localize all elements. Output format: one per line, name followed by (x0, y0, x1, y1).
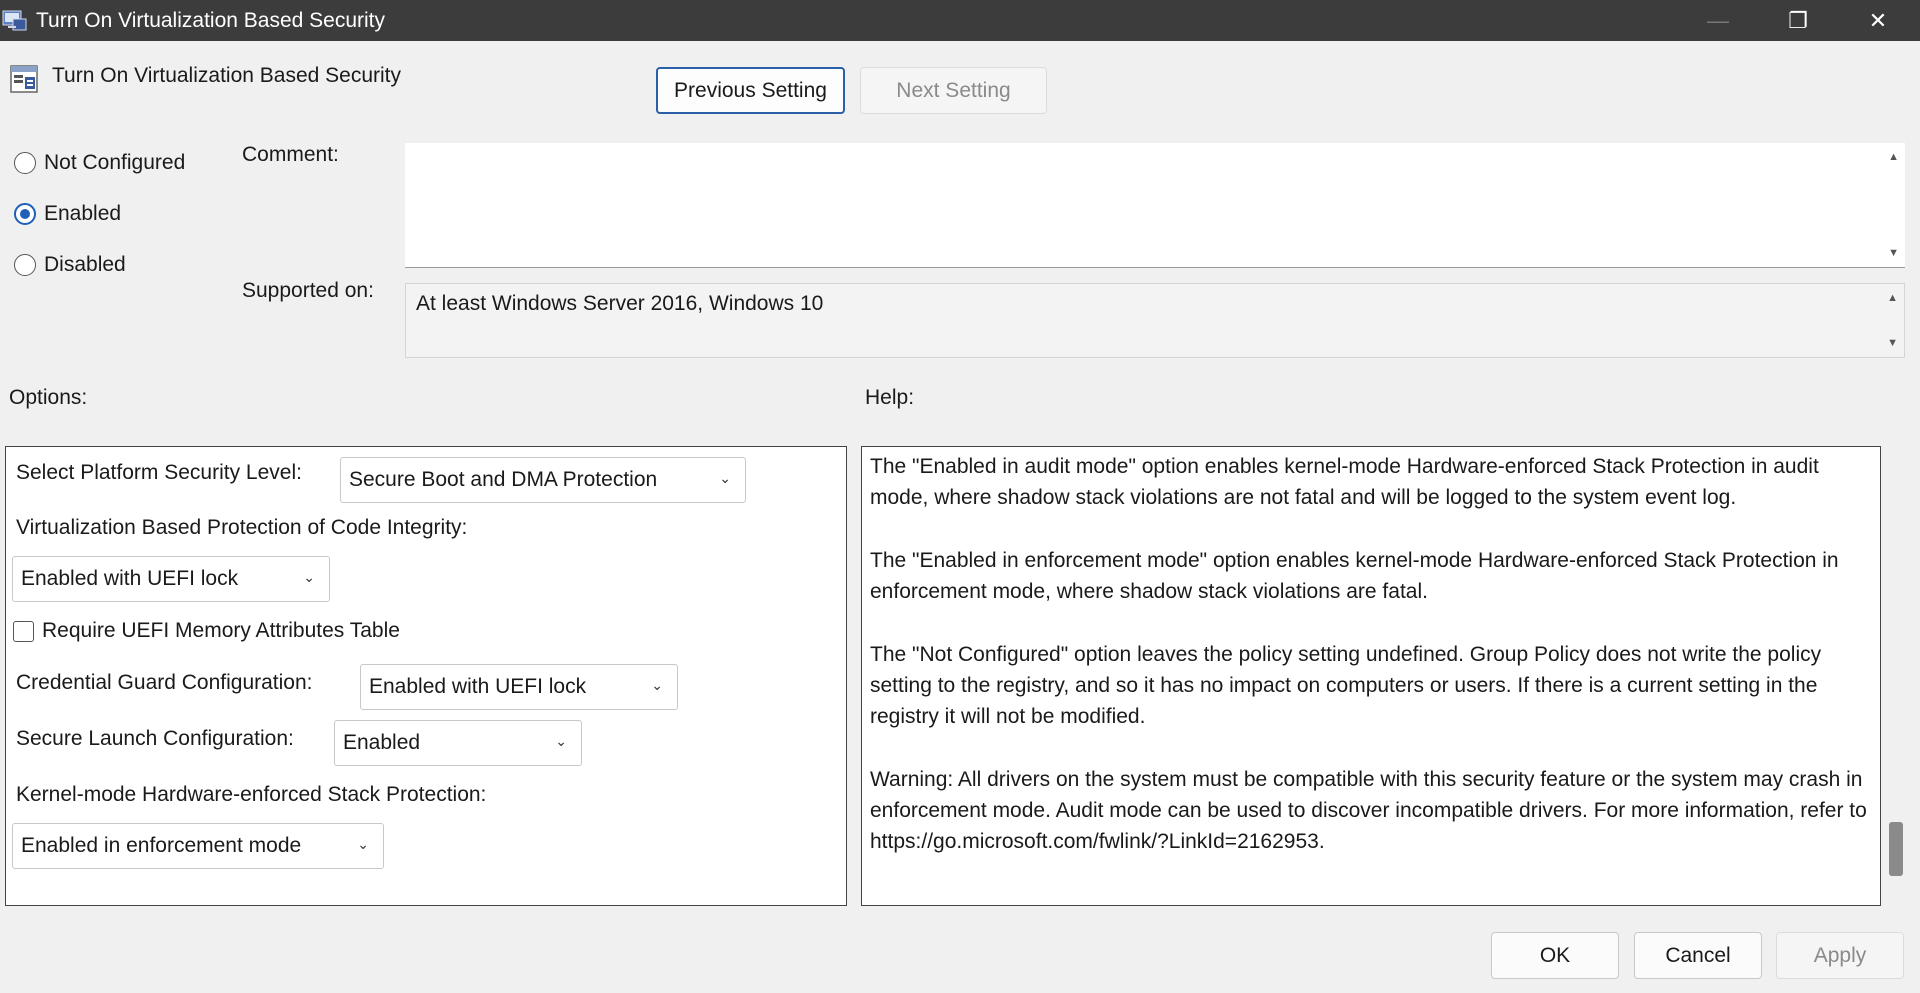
secure-launch-label: Secure Launch Configuration: (16, 727, 294, 750)
help-text: The "Enabled in audit mode" option enabl… (870, 451, 1870, 889)
window-title: Turn On Virtualization Based Security (36, 9, 386, 32)
title-bar: Turn On Virtualization Based Security — … (0, 0, 1920, 41)
scroll-down-arrow-icon[interactable]: ▼ (1887, 337, 1898, 349)
radio-disabled[interactable]: Disabled (14, 253, 126, 277)
radio-enabled[interactable]: Enabled (14, 202, 121, 226)
chevron-down-icon: ⌄ (555, 733, 567, 749)
radio-circle[interactable] (14, 152, 36, 174)
platform-security-label: Select Platform Security Level: (16, 461, 302, 484)
radio-circle[interactable] (14, 203, 36, 225)
chevron-down-icon: ⌄ (357, 836, 369, 852)
stack-protection-label: Kernel-mode Hardware-enforced Stack Prot… (16, 783, 487, 806)
radio-circle[interactable] (14, 254, 36, 276)
help-paragraph: Warning: All drivers on the system must … (870, 768, 1867, 853)
vbs-code-integrity-label: Virtualization Based Protection of Code … (16, 516, 468, 539)
supported-on-field: At least Windows Server 2016, Windows 10… (405, 283, 1905, 358)
comment-textarea[interactable]: ▲ ▼ (405, 143, 1905, 268)
credential-guard-select[interactable]: Enabled with UEFI lock ⌄ (360, 664, 678, 710)
help-paragraph: The "Not Configured" option leaves the p… (870, 643, 1822, 728)
select-value: Enabled with UEFI lock (369, 675, 587, 698)
policy-setting-icon (10, 65, 38, 93)
apply-button[interactable]: Apply (1776, 932, 1904, 979)
policy-title: Turn On Virtualization Based Security (52, 64, 402, 87)
radio-label: Not Configured (44, 151, 186, 174)
vbs-code-integrity-select[interactable]: Enabled with UEFI lock ⌄ (12, 556, 330, 602)
chevron-down-icon: ⌄ (651, 677, 663, 693)
options-panel: Select Platform Security Level: Secure B… (5, 446, 847, 906)
scroll-up-arrow-icon[interactable]: ▲ (1888, 151, 1899, 163)
restore-button[interactable]: ❐ (1758, 0, 1838, 41)
scroll-up-arrow-icon[interactable]: ▲ (1887, 292, 1898, 304)
credential-guard-label: Credential Guard Configuration: (16, 671, 313, 694)
chevron-down-icon: ⌄ (719, 470, 731, 486)
help-panel: The "Enabled in audit mode" option enabl… (861, 446, 1881, 906)
comment-label: Comment: (242, 143, 339, 166)
close-button[interactable]: ✕ (1838, 0, 1918, 41)
checkbox-box[interactable] (13, 620, 34, 642)
help-scrollbar-thumb[interactable] (1889, 822, 1903, 876)
select-value: Secure Boot and DMA Protection (349, 468, 658, 491)
radio-not-configured[interactable]: Not Configured (14, 151, 185, 175)
platform-security-select[interactable]: Secure Boot and DMA Protection ⌄ (340, 457, 746, 503)
help-paragraph: The "Enabled in enforcement mode" option… (870, 549, 1839, 603)
options-heading: Options: (9, 386, 88, 409)
previous-setting-button[interactable]: Previous Setting (656, 67, 845, 114)
stack-protection-select[interactable]: Enabled in enforcement mode ⌄ (12, 823, 384, 869)
minimize-button[interactable]: — (1678, 0, 1758, 41)
cancel-button[interactable]: Cancel (1634, 932, 1762, 979)
select-value: Enabled (343, 731, 421, 754)
chevron-down-icon: ⌄ (303, 569, 315, 585)
help-paragraph: The "Enabled in audit mode" option enabl… (870, 455, 1819, 509)
radio-label: Disabled (44, 253, 126, 276)
radio-label: Enabled (44, 202, 122, 225)
help-heading: Help: (865, 386, 915, 409)
select-value: Enabled in enforcement mode (21, 834, 302, 857)
group-policy-app-icon (2, 10, 27, 31)
checkbox-label: Require UEFI Memory Attributes Table (42, 619, 400, 642)
next-setting-button[interactable]: Next Setting (860, 67, 1047, 114)
supported-on-value: At least Windows Server 2016, Windows 10 (416, 292, 824, 315)
scroll-down-arrow-icon[interactable]: ▼ (1888, 247, 1899, 259)
supported-on-label: Supported on: (242, 279, 374, 302)
uefi-memory-attributes-checkbox[interactable]: Require UEFI Memory Attributes Table (13, 619, 400, 643)
secure-launch-select[interactable]: Enabled ⌄ (334, 720, 582, 766)
ok-button[interactable]: OK (1491, 932, 1619, 979)
select-value: Enabled with UEFI lock (21, 567, 239, 590)
